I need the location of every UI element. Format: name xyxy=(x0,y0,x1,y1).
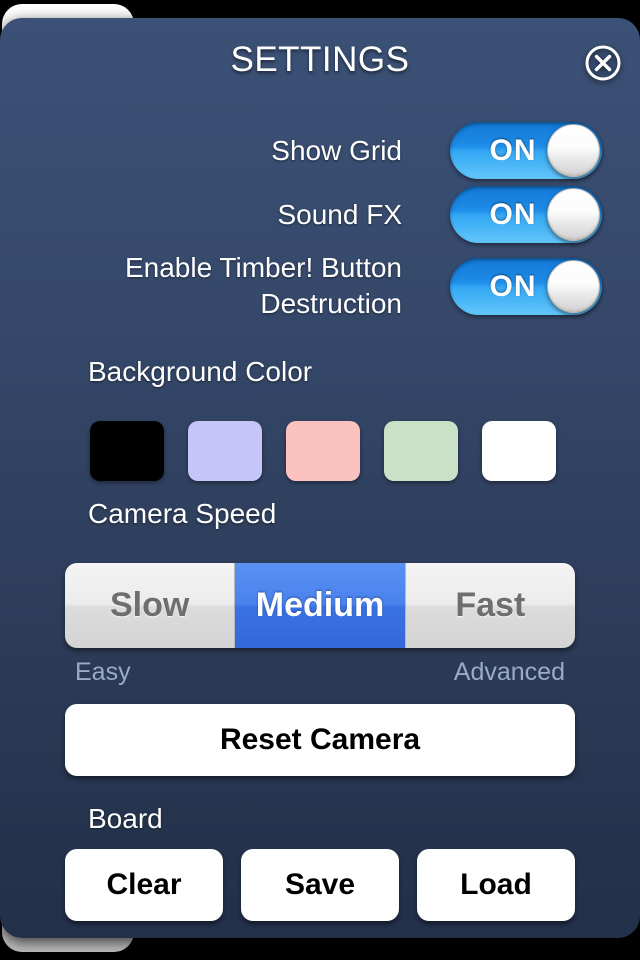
clear-button[interactable]: Clear xyxy=(65,849,223,921)
close-icon[interactable] xyxy=(584,44,622,82)
toggle-show-grid-value: ON xyxy=(489,134,537,167)
camera-speed-segmented-control: Slow Medium Fast xyxy=(65,563,575,648)
toggle-knob xyxy=(547,124,600,177)
toggle-show-grid[interactable]: ON xyxy=(450,122,602,179)
swatch-pink[interactable] xyxy=(286,421,360,481)
camera-speed-hints: Easy Advanced xyxy=(65,658,575,687)
camera-speed-hint-easy: Easy xyxy=(75,658,131,686)
settings-dialog: SETTINGS Show Grid ON Sound FX ON Enable… xyxy=(0,18,640,938)
swatch-mint[interactable] xyxy=(384,421,458,481)
setting-label-show-grid: Show Grid xyxy=(271,134,402,166)
toggle-knob xyxy=(547,188,600,241)
load-button[interactable]: Load xyxy=(417,849,575,921)
background-color-heading: Background Color xyxy=(88,356,313,387)
toggle-sound-fx[interactable]: ON xyxy=(450,186,602,243)
toggle-knob xyxy=(547,259,600,313)
board-heading: Board xyxy=(88,803,163,834)
camera-speed-hint-advanced: Advanced xyxy=(453,658,565,686)
setting-row-show-grid: Show Grid ON xyxy=(40,122,602,179)
swatch-lavender[interactable] xyxy=(188,421,262,481)
background-color-swatches xyxy=(90,421,556,481)
swatch-black[interactable] xyxy=(90,421,164,481)
segment-fast[interactable]: Fast xyxy=(405,563,575,648)
setting-row-sound-fx: Sound FX ON xyxy=(40,186,602,243)
toggle-timber-destruction[interactable]: ON xyxy=(450,257,602,315)
setting-row-timber-destruction: Enable Timber! Button Destruction ON xyxy=(40,250,602,322)
segment-medium[interactable]: Medium xyxy=(235,563,406,648)
page-title: SETTINGS xyxy=(230,40,410,79)
setting-label-sound-fx: Sound FX xyxy=(277,198,402,230)
setting-label-timber-destruction: Enable Timber! Button Destruction xyxy=(124,252,402,319)
segment-slow[interactable]: Slow xyxy=(65,563,236,648)
camera-speed-heading: Camera Speed xyxy=(88,498,277,529)
reset-camera-button[interactable]: Reset Camera xyxy=(65,704,575,776)
save-button[interactable]: Save xyxy=(241,849,399,921)
toggle-timber-destruction-value: ON xyxy=(489,269,537,303)
board-button-group: Clear Save Load xyxy=(65,849,575,921)
swatch-white[interactable] xyxy=(482,421,556,481)
toggle-sound-fx-value: ON xyxy=(489,198,537,231)
